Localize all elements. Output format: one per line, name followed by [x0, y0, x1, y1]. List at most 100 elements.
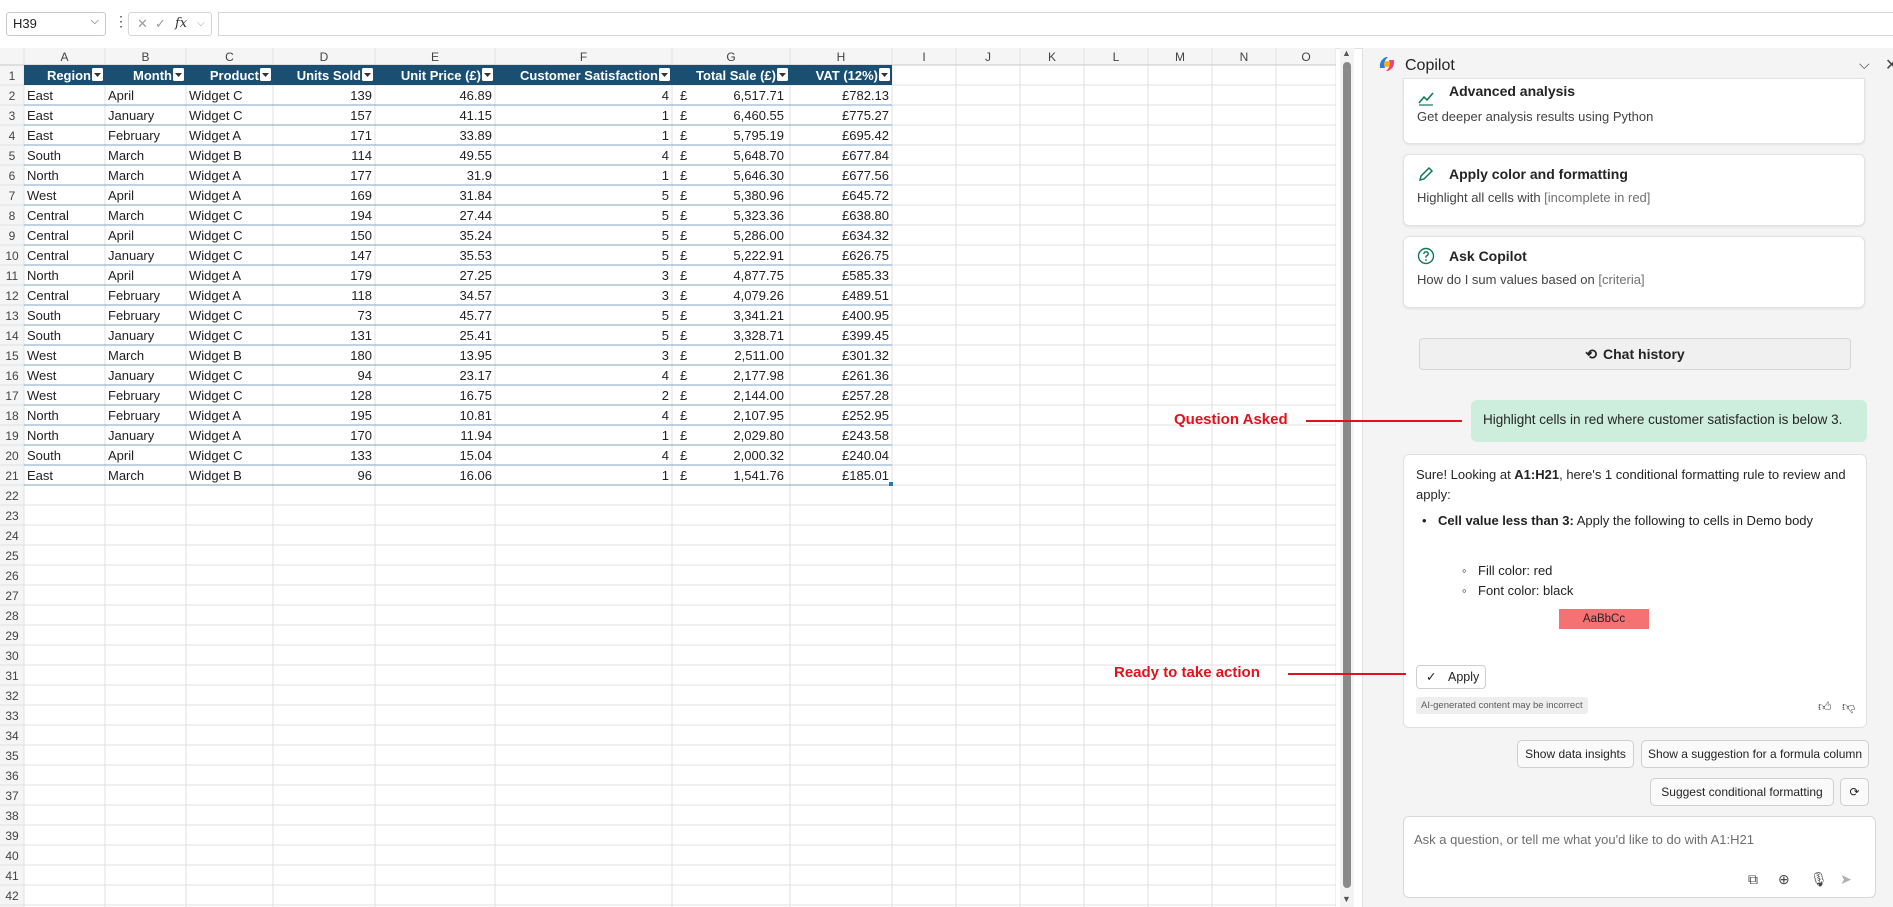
- row-header[interactable]: 36: [5, 769, 19, 783]
- row-header[interactable]: 19: [5, 429, 19, 443]
- table-cell[interactable]: 6,460.55: [733, 108, 784, 123]
- row-header[interactable]: 41: [5, 869, 19, 883]
- table-cell[interactable]: 1,541.76: [733, 468, 784, 483]
- table-cell[interactable]: Widget C: [189, 448, 242, 463]
- row-header[interactable]: 39: [5, 829, 19, 843]
- table-cell[interactable]: 11.94: [460, 428, 492, 443]
- table-cell[interactable]: 1: [662, 108, 669, 123]
- table-cell[interactable]: March: [108, 468, 144, 483]
- table-cell[interactable]: Central: [27, 208, 69, 223]
- send-icon[interactable]: ➤: [1840, 871, 1852, 888]
- table-cell[interactable]: North: [27, 168, 59, 183]
- table-cell[interactable]: January: [108, 368, 155, 383]
- image-icon[interactable]: ⧉: [1748, 871, 1758, 888]
- microphone-icon[interactable]: 🎙︎: [1810, 871, 1828, 888]
- row-header[interactable]: 29: [5, 629, 19, 643]
- prompt-card-advanced-analysis[interactable]: Advanced analysis Get deeper analysis re…: [1403, 78, 1865, 144]
- row-header[interactable]: 16: [5, 369, 19, 383]
- table-cell[interactable]: April: [108, 188, 134, 203]
- column-header[interactable]: H: [837, 50, 846, 64]
- column-header[interactable]: B: [141, 50, 149, 64]
- table-cell[interactable]: £240.04: [842, 448, 889, 463]
- table-cell[interactable]: 171: [350, 128, 372, 143]
- row-header[interactable]: 10: [5, 249, 19, 263]
- table-cell[interactable]: February: [108, 288, 161, 303]
- table-cell[interactable]: 4,877.75: [733, 268, 784, 283]
- spreadsheet-grid[interactable]: 1 2 3 4 5 6 7 8 9 10 11 12 13 14 15 16 17 18 19 20 21 22 23 24 2…: [0, 48, 1336, 907]
- table-cell[interactable]: South: [27, 148, 61, 163]
- table-cell[interactable]: 94: [358, 368, 372, 383]
- table-cell[interactable]: £775.27: [842, 108, 889, 123]
- table-cell[interactable]: 3,328.71: [733, 328, 784, 343]
- table-cell[interactable]: April: [108, 88, 134, 103]
- row-header[interactable]: 18: [5, 409, 19, 423]
- row-header[interactable]: 31: [5, 669, 19, 683]
- table-cell[interactable]: £301.32: [842, 348, 889, 363]
- table-header-cell[interactable]: VAT (12%): [816, 68, 878, 83]
- table-cell[interactable]: £489.51: [842, 288, 889, 303]
- table-cell[interactable]: 35.24: [459, 228, 492, 243]
- row-header[interactable]: 6: [9, 169, 16, 183]
- table-cell[interactable]: January: [108, 428, 155, 443]
- table-cell[interactable]: East: [27, 108, 53, 123]
- table-cell[interactable]: April: [108, 448, 134, 463]
- table-cell[interactable]: £638.80: [842, 208, 889, 223]
- table-cell[interactable]: Widget C: [189, 248, 242, 263]
- table-cell[interactable]: 5: [662, 208, 669, 223]
- column-header[interactable]: D: [320, 50, 329, 64]
- insert-function-icon[interactable]: fx: [175, 16, 187, 31]
- row-header[interactable]: 13: [5, 309, 19, 323]
- table-header-cell[interactable]: Unit Price (£): [401, 68, 481, 83]
- table-cell[interactable]: Widget A: [189, 408, 241, 423]
- row-header[interactable]: 23: [5, 509, 19, 523]
- table-cell[interactable]: 2: [662, 388, 669, 403]
- table-cell[interactable]: 5,323.36: [733, 208, 784, 223]
- row-header[interactable]: 35: [5, 749, 19, 763]
- column-header[interactable]: J: [985, 50, 991, 64]
- table-cell[interactable]: March: [108, 148, 144, 163]
- table-cell[interactable]: £626.75: [842, 248, 889, 263]
- table-cell[interactable]: 6,517.71: [733, 88, 784, 103]
- close-icon[interactable]: ✕: [1885, 55, 1893, 75]
- table-cell[interactable]: 1: [662, 428, 669, 443]
- table-cell[interactable]: 139: [350, 88, 372, 103]
- table-cell[interactable]: 177: [350, 168, 372, 183]
- table-cell[interactable]: Central: [27, 288, 69, 303]
- table-cell[interactable]: Widget A: [189, 128, 241, 143]
- row-header[interactable]: 32: [5, 689, 19, 703]
- table-cell[interactable]: April: [108, 228, 134, 243]
- table-cell[interactable]: 2,107.95: [733, 408, 784, 423]
- table-cell[interactable]: East: [27, 468, 53, 483]
- table-cell[interactable]: 114: [351, 148, 372, 163]
- table-cell[interactable]: 15.04: [459, 448, 492, 463]
- table-cell[interactable]: £185.01: [842, 468, 889, 483]
- table-cell[interactable]: 5: [662, 248, 669, 263]
- table-cell[interactable]: January: [108, 248, 155, 263]
- column-header[interactable]: M: [1175, 50, 1185, 64]
- table-cell[interactable]: Widget A: [189, 288, 241, 303]
- table-cell[interactable]: 27.25: [459, 268, 492, 283]
- table-cell[interactable]: 27.44: [459, 208, 492, 223]
- cancel-icon[interactable]: ✕: [137, 16, 148, 32]
- row-header[interactable]: 37: [5, 789, 19, 803]
- table-cell[interactable]: £243.58: [842, 428, 889, 443]
- column-header[interactable]: L: [1113, 50, 1120, 64]
- table-cell[interactable]: 4,079.26: [733, 288, 784, 303]
- table-cell[interactable]: 157: [350, 108, 372, 123]
- column-header[interactable]: K: [1048, 50, 1056, 64]
- table-cell[interactable]: 4: [662, 368, 669, 383]
- column-header[interactable]: C: [225, 50, 234, 64]
- table-cell[interactable]: April: [108, 268, 134, 283]
- table-cell[interactable]: 5,795.19: [733, 128, 784, 143]
- row-header[interactable]: 15: [5, 349, 19, 363]
- check-icon[interactable]: ✓: [155, 16, 166, 32]
- row-header[interactable]: 20: [5, 449, 19, 463]
- chevron-down-icon[interactable]: ⌵: [197, 18, 205, 29]
- table-cell[interactable]: January: [108, 328, 155, 343]
- more-options-icon[interactable]: ⋮: [114, 13, 128, 30]
- row-header[interactable]: 28: [5, 609, 19, 623]
- grid-canvas[interactable]: 1234567891011121314151617181920212223242…: [0, 48, 1336, 907]
- column-header[interactable]: A: [60, 50, 68, 64]
- row-header[interactable]: 27: [5, 589, 19, 603]
- table-cell[interactable]: £782.13: [842, 88, 889, 103]
